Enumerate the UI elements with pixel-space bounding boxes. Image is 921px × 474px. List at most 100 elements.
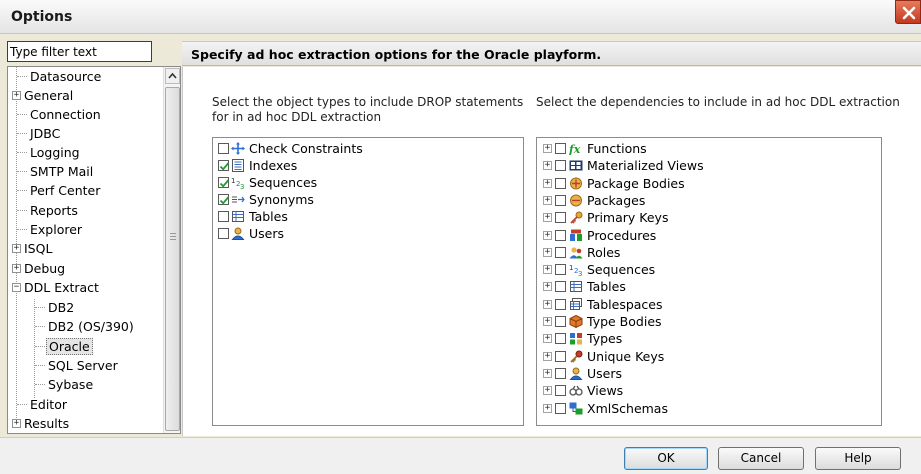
sequence-icon: 123 [569,264,582,276]
primary-key-icon [570,211,583,224]
svg-text:3: 3 [578,270,582,276]
expand-icon[interactable]: + [543,247,552,257]
tree-item-debug[interactable]: Debug [22,259,67,278]
check-constraints-checkbox[interactable] [218,143,229,154]
user-icon [569,367,583,380]
scroll-up-button[interactable] [165,68,180,84]
table-icon [232,211,244,222]
index-icon [232,159,244,172]
expand-icon[interactable]: + [12,244,21,253]
content-body: Select the object types to include DROP … [182,67,921,436]
expand-icon[interactable]: + [12,264,21,273]
tree-item-sybase[interactable]: Sybase [46,375,95,394]
expand-icon[interactable]: + [543,178,552,188]
expand-icon[interactable]: + [543,213,552,223]
indexes-checkbox[interactable] [218,160,230,171]
tree-item-perf-center[interactable]: Perf Center [28,181,102,200]
collapse-icon[interactable]: − [12,283,21,292]
expand-icon[interactable]: + [543,368,552,378]
table-icon [570,281,582,293]
type-body-icon [569,315,583,328]
tree-item-explorer[interactable]: Explorer [28,220,84,239]
tree-item-ddl-extract[interactable]: DDL Extract [22,278,101,297]
help-button[interactable]: Help [815,447,901,470]
dialog-footer: OK Cancel Help [0,437,921,474]
users-checkbox[interactable] [555,367,566,379]
tree-item-db2-os390[interactable]: DB2 (OS/390) [46,317,136,336]
filter-input[interactable] [7,41,152,62]
expand-icon[interactable]: + [12,419,21,428]
types-checkbox[interactable] [555,333,566,345]
materialized-views-checkbox[interactable] [555,160,566,172]
title-bar: Options [0,0,921,34]
package-bodies-checkbox[interactable] [555,177,566,189]
tables-checkbox[interactable] [555,281,566,293]
xmlschemas-checkbox[interactable] [555,402,566,414]
primary-keys-checkbox[interactable] [555,212,566,224]
function-icon: fx [569,143,581,155]
tree-item-jdbc[interactable]: JDBC [28,124,62,143]
checkmark-icon [219,179,230,188]
tree-scrollbar[interactable] [163,67,180,433]
users-checkbox[interactable] [218,228,229,239]
sequences-checkbox[interactable] [218,177,230,188]
unique-keys-checkbox[interactable] [555,350,566,362]
view-icon [569,385,583,396]
tree-item-oracle[interactable]: Oracle [46,337,93,356]
expand-icon[interactable]: + [543,282,552,292]
unique-key-icon [570,350,583,363]
sequences-checkbox[interactable] [555,264,566,276]
tree-item-smtp-mail[interactable]: SMTP Mail [28,162,95,181]
package-icon [570,194,582,207]
checkmark-icon [219,162,230,171]
close-icon [902,6,916,20]
expand-icon[interactable]: + [543,403,552,413]
tree-item-results[interactable]: Results [22,414,71,433]
expand-icon[interactable]: + [543,317,552,326]
checkmark-icon [219,196,230,205]
close-button[interactable] [895,0,921,24]
tree-item-isql[interactable]: ISQL [22,239,54,258]
tree-item-logging[interactable]: Logging [28,143,82,162]
chevron-up-icon [168,72,177,79]
xml-schema-icon [569,402,583,414]
dependency-list: + fx Functions + Materialized Views + Package … [536,137,882,426]
scroll-thumb[interactable] [165,87,180,431]
materialized-view-icon [569,160,583,171]
svg-text:1: 1 [569,264,573,272]
tree-item-connection[interactable]: Connection [28,105,103,124]
expand-icon[interactable]: + [543,195,552,205]
expand-icon[interactable]: + [543,351,552,361]
roles-checkbox[interactable] [555,246,566,258]
tree-item-sql-server[interactable]: SQL Server [46,356,120,375]
expand-icon[interactable]: + [12,91,21,100]
expand-icon[interactable]: + [543,161,552,171]
tree-item-datasource[interactable]: Datasource [28,67,103,86]
views-checkbox[interactable] [555,385,566,397]
packages-checkbox[interactable] [555,194,566,206]
tree-item-general[interactable]: General [22,86,75,105]
type-bodies-checkbox[interactable] [555,316,566,327]
functions-checkbox[interactable] [555,143,566,154]
drop-section-label: Select the object types to include DROP … [212,95,524,124]
tree-item-db2[interactable]: DB2 [46,298,76,317]
tablespaces-checkbox[interactable] [555,298,566,310]
svg-text:fx: fx [569,143,581,155]
deps-section-label: Select the dependencies to include in ad… [536,95,900,109]
procedures-checkbox[interactable] [555,229,566,241]
content-title: Specify ad hoc extraction options for th… [191,47,602,62]
ok-button[interactable]: OK [624,447,708,470]
tree-item-editor[interactable]: Editor [28,395,69,414]
expand-icon[interactable]: + [543,230,552,240]
expand-icon[interactable]: + [543,299,552,309]
cancel-button[interactable]: Cancel [718,447,804,470]
expand-icon[interactable]: + [543,144,552,153]
window-title: Options [11,9,73,25]
tree-item-reports[interactable]: Reports [28,201,80,220]
options-tree: Datasource + General Connection JDBC Log… [7,66,181,434]
tables-checkbox[interactable] [218,211,229,222]
expand-icon[interactable]: + [543,386,552,396]
expand-icon[interactable]: + [543,265,552,275]
expand-icon[interactable]: + [543,334,552,344]
synonyms-checkbox[interactable] [218,194,230,205]
